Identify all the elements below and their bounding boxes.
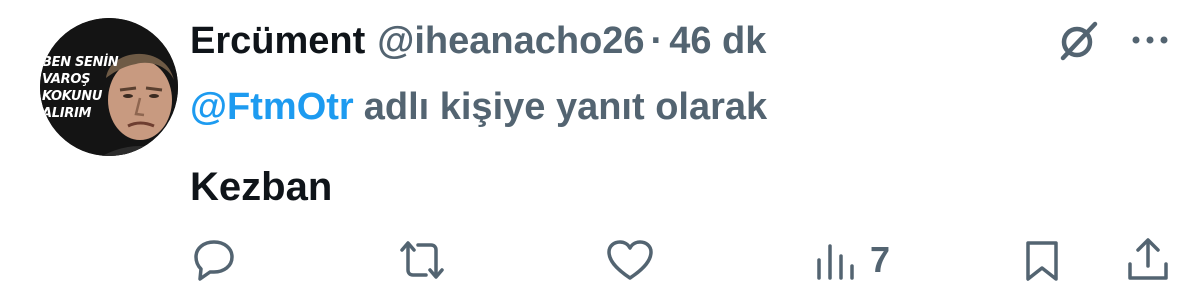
share-icon[interactable] bbox=[1124, 236, 1172, 284]
avatar-caption-line: KOKUNU bbox=[42, 89, 103, 104]
reply-icon[interactable] bbox=[190, 238, 238, 282]
header-separator: · bbox=[650, 20, 664, 62]
tweet-text: Kezban bbox=[190, 165, 333, 209]
tweet[interactable]: BEN SENİN VAROŞ KOKUNU ALIRIM Ercüment @… bbox=[0, 0, 1200, 297]
avatar-caption-line: BEN SENİN bbox=[42, 55, 119, 70]
retweet-icon[interactable] bbox=[396, 238, 448, 282]
author-display-name[interactable]: Ercüment bbox=[190, 14, 365, 68]
more-icon[interactable] bbox=[1128, 28, 1172, 52]
like-icon[interactable] bbox=[605, 238, 655, 282]
avatar-caption-line: VAROŞ bbox=[42, 72, 91, 87]
tweet-header: Ercüment @iheanacho26 · 46 dk bbox=[190, 14, 766, 68]
avatar-caption: BEN SENİN VAROŞ KOKUNU ALIRIM bbox=[42, 54, 119, 122]
views-icon[interactable] bbox=[814, 240, 860, 282]
reply-context: @FtmOtr adlı kişiye yanıt olarak bbox=[190, 80, 767, 134]
reply-mention-link[interactable]: @FtmOtr bbox=[190, 80, 354, 134]
views-count[interactable]: 7 bbox=[870, 238, 890, 282]
reply-context-text: adlı kişiye yanıt olarak bbox=[363, 86, 768, 128]
grok-icon[interactable] bbox=[1055, 18, 1101, 64]
tweet-timestamp[interactable]: 46 dk bbox=[669, 14, 766, 68]
bookmark-icon[interactable] bbox=[1020, 238, 1064, 284]
avatar[interactable]: BEN SENİN VAROŞ KOKUNU ALIRIM bbox=[40, 18, 178, 156]
avatar-caption-line: ALIRIM bbox=[42, 106, 92, 121]
author-handle[interactable]: @iheanacho26 bbox=[377, 14, 644, 68]
